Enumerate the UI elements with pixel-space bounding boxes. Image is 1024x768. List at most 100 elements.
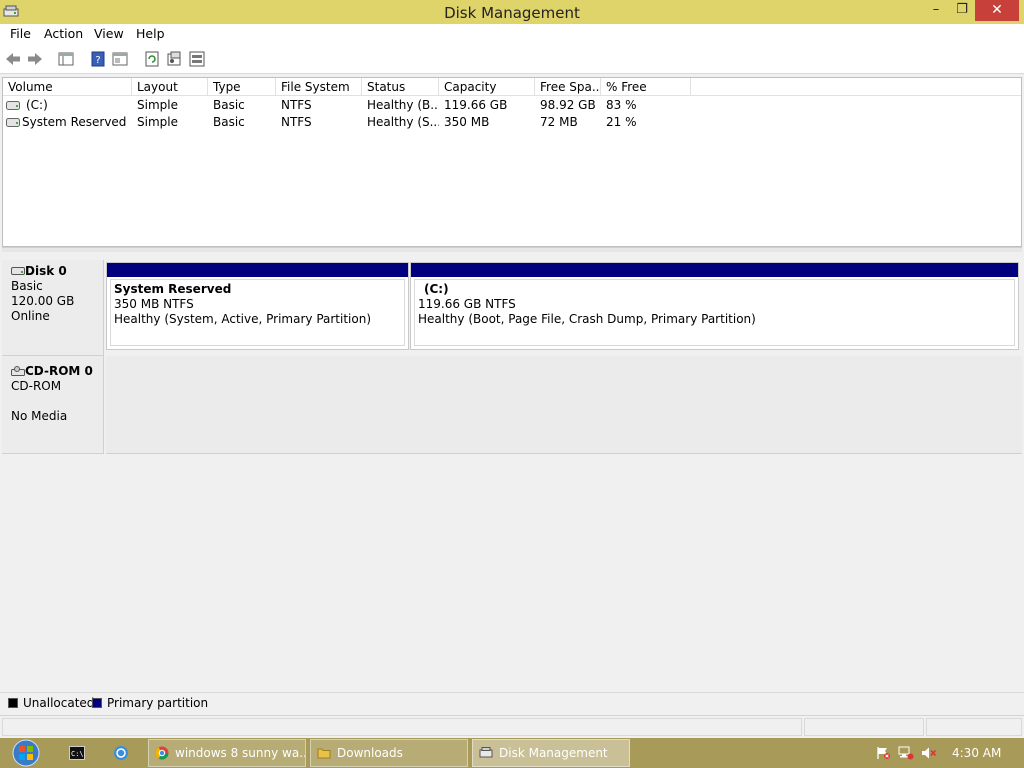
cd-drive-icon [11, 366, 25, 376]
legend: Unallocated Primary partition [0, 692, 1024, 712]
legend-label-primary: Primary partition [107, 696, 209, 710]
column-header-file-system[interactable]: File System [276, 78, 362, 96]
menu-bar: File Action View Help [0, 24, 1024, 44]
taskbar-item-label: Disk Management [499, 746, 608, 760]
column-header-type[interactable]: Type [208, 78, 276, 96]
hard-disk-icon [11, 267, 25, 275]
volume-status: Healthy (S... [367, 115, 439, 129]
disk-type: Basic [11, 279, 43, 293]
menu-help[interactable]: Help [136, 26, 165, 41]
disk-graphical-view: Disk 0 Basic 120.00 GB Online System Res… [2, 252, 1022, 712]
partition-c-drive[interactable]: (C:) 119.66 GB NTFS Healthy (Boot, Page … [410, 262, 1019, 350]
sync-icon[interactable] [113, 745, 129, 761]
cdrom-name: CD-ROM 0 [25, 364, 93, 378]
partition-system-reserved[interactable]: System Reserved 350 MB NTFS Healthy (Sys… [106, 262, 409, 350]
cdrom-media: No Media [11, 409, 68, 423]
legend-swatch-unallocated [8, 698, 18, 708]
volume-row[interactable]: System Reserved Simple Basic NTFS Health… [3, 114, 1021, 131]
legend-swatch-primary [92, 698, 102, 708]
volume-muted-icon[interactable] [921, 746, 937, 760]
volume-type: Basic [213, 115, 245, 129]
legend-label-unallocated: Unallocated [23, 696, 95, 710]
volume-type: Basic [213, 98, 245, 112]
svg-text:C:\: C:\ [71, 750, 84, 758]
volume-percent-free: 83 % [606, 98, 637, 112]
restore-button[interactable]: ❐ [950, 0, 974, 21]
taskbar-clock[interactable]: 4:30 AM [952, 746, 1001, 760]
disk-size: 120.00 GB [11, 294, 75, 308]
cdrom-media-area[interactable] [106, 356, 1022, 454]
title-bar: Disk Management – ❐ ✕ [0, 0, 1024, 24]
back-icon[interactable] [4, 50, 22, 68]
menu-file[interactable]: File [10, 26, 31, 41]
volume-free-space: 98.92 GB [540, 98, 596, 112]
menu-view[interactable]: View [94, 26, 124, 41]
taskbar-item-label: windows 8 sunny wa... [175, 746, 306, 760]
cdrom-type: CD-ROM [11, 379, 62, 393]
column-header-volume[interactable]: Volume [3, 78, 132, 96]
partition-name: (C:) [424, 282, 449, 296]
disk-0-label[interactable]: Disk 0 Basic 120.00 GB Online [2, 260, 104, 356]
action-center-flag-icon[interactable] [875, 746, 891, 760]
column-header-capacity[interactable]: Capacity [439, 78, 535, 96]
start-button[interactable] [6, 738, 46, 768]
column-header-percent-free[interactable]: % Free [601, 78, 691, 96]
primary-partition-bar [107, 263, 408, 277]
show-hide-console-tree-icon[interactable] [57, 50, 75, 68]
chrome-icon [155, 746, 169, 760]
status-pane [926, 718, 1022, 736]
taskbar-item-downloads[interactable]: Downloads [310, 739, 468, 767]
column-header-status[interactable]: Status [362, 78, 439, 96]
column-header-layout[interactable]: Layout [132, 78, 208, 96]
primary-partition-bar [411, 263, 1018, 277]
properties-icon[interactable] [111, 50, 129, 68]
close-button[interactable]: ✕ [975, 0, 1019, 21]
status-pane [804, 718, 924, 736]
volume-file-system: NTFS [281, 98, 312, 112]
volume-name: (C:) [26, 98, 48, 112]
volume-free-space: 72 MB [540, 115, 578, 129]
rescan-disks-icon[interactable] [188, 50, 206, 68]
volume-list[interactable]: Volume Layout Type File System Status Ca… [2, 77, 1022, 247]
drive-icon [6, 101, 20, 110]
volume-layout: Simple [137, 98, 178, 112]
column-header-free-space[interactable]: Free Spa... [535, 78, 601, 96]
volume-layout: Simple [137, 115, 178, 129]
volume-capacity: 119.66 GB [444, 98, 508, 112]
disk-management-icon [479, 747, 493, 758]
disk-status: Online [11, 309, 50, 323]
partition-size-fs: 350 MB NTFS [114, 297, 194, 311]
window-title: Disk Management [444, 4, 580, 22]
forward-icon[interactable] [26, 50, 44, 68]
cdrom-0-label[interactable]: CD-ROM 0 CD-ROM No Media [2, 356, 104, 454]
volume-status: Healthy (B... [367, 98, 439, 112]
partition-status: Healthy (Boot, Page File, Crash Dump, Pr… [418, 312, 756, 326]
partition-size-fs: 119.66 GB NTFS [418, 297, 516, 311]
volume-row[interactable]: (C:) Simple Basic NTFS Healthy (B... 119… [3, 97, 1021, 114]
taskbar-item-disk-management[interactable]: Disk Management [472, 739, 630, 767]
volume-file-system: NTFS [281, 115, 312, 129]
volume-name: System Reserved [22, 115, 127, 129]
minimize-button[interactable]: – [922, 0, 950, 21]
partition-name: System Reserved [114, 282, 232, 296]
command-prompt-icon[interactable]: C:\ [69, 745, 85, 761]
menu-action[interactable]: Action [44, 26, 83, 41]
status-pane [2, 718, 802, 736]
taskbar-item-label: Downloads [337, 746, 403, 760]
volume-capacity: 350 MB [444, 115, 490, 129]
taskbar-item-chrome[interactable]: windows 8 sunny wa... [148, 739, 306, 767]
help-icon[interactable]: ? [89, 50, 107, 68]
svg-text:?: ? [95, 55, 100, 66]
volume-percent-free: 21 % [606, 115, 637, 129]
refresh-icon[interactable] [143, 50, 161, 68]
partition-status: Healthy (System, Active, Primary Partiti… [114, 312, 372, 326]
drive-icon [6, 118, 20, 127]
toolbar: ? [0, 44, 1024, 74]
status-bar [0, 715, 1024, 737]
settings-icon[interactable] [165, 50, 183, 68]
folder-icon [317, 748, 331, 759]
network-icon[interactable] [898, 746, 914, 760]
volume-list-header: Volume Layout Type File System Status Ca… [3, 78, 1021, 96]
taskbar: C:\ windows 8 sunny wa... Downloads Disk… [0, 738, 1024, 768]
disk-name: Disk 0 [25, 264, 67, 278]
